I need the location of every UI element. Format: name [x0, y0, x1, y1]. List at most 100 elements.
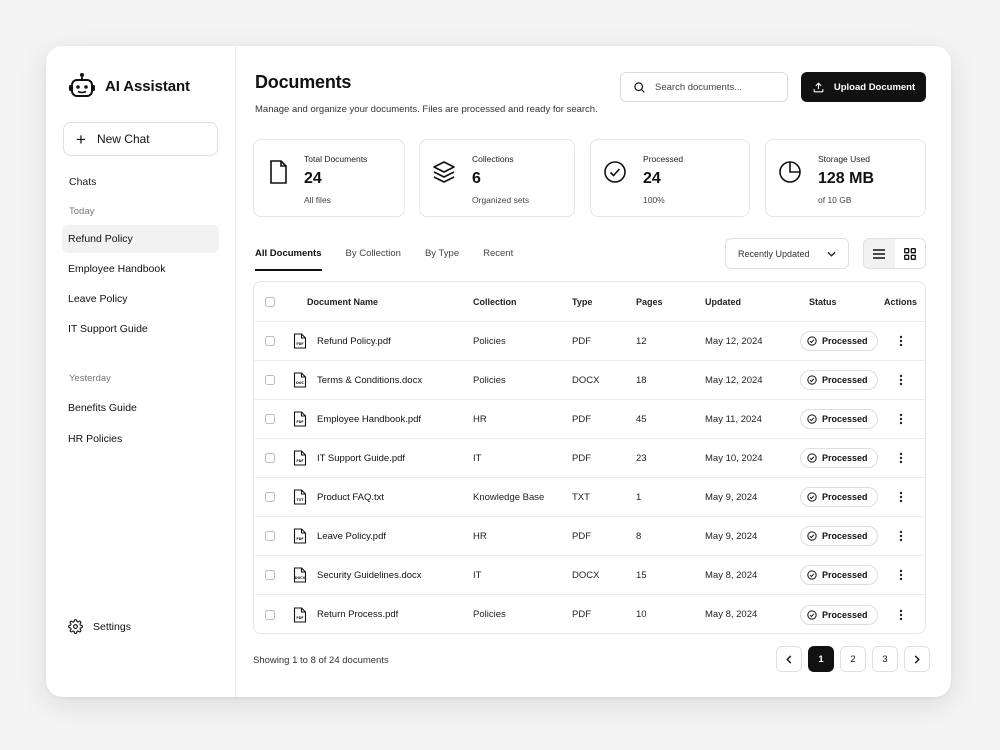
stat-card-storage: Storage Used 128 MB of 10 GB	[765, 139, 926, 217]
table-row[interactable]: DOC Terms & Conditions.docx Policies DOCX 18…	[254, 361, 925, 400]
more-options-icon[interactable]	[899, 569, 903, 581]
sidebar-item-it-support-guide[interactable]: IT Support Guide	[62, 315, 219, 343]
upload-document-button[interactable]: Upload Document	[801, 72, 926, 102]
row-checkbox[interactable]	[265, 336, 275, 346]
sidebar-item-benefits-guide[interactable]: Benefits Guide	[62, 394, 219, 422]
row-checkbox[interactable]	[265, 570, 275, 580]
cell-document-name[interactable]: PDF Employee Handbook.pdf	[293, 400, 421, 438]
more-options-icon[interactable]	[899, 530, 903, 542]
col-collection[interactable]: Collection	[473, 282, 517, 321]
status-badge: Processed	[800, 487, 878, 507]
row-checkbox[interactable]	[265, 414, 275, 424]
cell-collection: IT	[473, 452, 482, 464]
more-options-icon[interactable]	[899, 374, 903, 386]
prev-page-button[interactable]	[776, 646, 802, 672]
tab-recent[interactable]: Recent	[483, 241, 513, 271]
table-row[interactable]: PDF Employee Handbook.pdf HR PDF 45 May 11, 2…	[254, 400, 925, 439]
page-2-button[interactable]: 2	[840, 646, 866, 672]
row-checkbox[interactable]	[265, 453, 275, 463]
tab-by-collection[interactable]: By Collection	[346, 241, 401, 271]
sidebar-item-employee-handbook[interactable]: Employee Handbook	[62, 255, 219, 283]
table-row[interactable]: PDF Leave Policy.pdf HR PDF 8 May 9, 2024 Proc…	[254, 517, 925, 556]
more-options-icon[interactable]	[899, 452, 903, 464]
table-row[interactable]: TXT Product FAQ.txt Knowledge Base TXT 1 May …	[254, 478, 925, 517]
document-name: Terms & Conditions.docx	[317, 374, 423, 386]
cell-document-name[interactable]: TXT Product FAQ.txt	[293, 478, 384, 516]
sidebar-item-refund-policy[interactable]: Refund Policy	[62, 225, 219, 253]
row-checkbox[interactable]	[265, 492, 275, 502]
document-name: Security Guidelines.docx	[317, 569, 422, 581]
more-options-icon[interactable]	[899, 413, 903, 425]
page-subtitle: Manage and organize your documents. File…	[255, 104, 598, 115]
new-chat-button[interactable]: + New Chat	[63, 122, 218, 156]
table-row[interactable]: PDF Refund Policy.pdf Policies PDF 12 May 12,…	[254, 322, 925, 361]
page-3-button[interactable]: 3	[872, 646, 898, 672]
table-row[interactable]: PDF Return Process.pdf Policies PDF 10 May 8,…	[254, 595, 925, 633]
upload-icon	[813, 81, 824, 92]
cell-pages: 8	[636, 530, 642, 542]
cell-document-name[interactable]: PDF Refund Policy.pdf	[293, 322, 391, 360]
gear-icon	[68, 619, 83, 634]
view-toggle	[863, 238, 926, 269]
cell-type: PDF	[572, 530, 591, 542]
next-page-button[interactable]	[904, 646, 930, 672]
col-document-name[interactable]: Document Name	[307, 282, 378, 321]
stat-label: Storage Used	[818, 154, 870, 164]
cell-document-name[interactable]: PDF Return Process.pdf	[293, 595, 398, 633]
file-type-label: PDF	[296, 615, 303, 619]
row-checkbox[interactable]	[265, 375, 275, 385]
more-options-icon[interactable]	[899, 609, 903, 621]
more-options-icon[interactable]	[899, 335, 903, 347]
col-pages[interactable]: Pages	[636, 282, 663, 321]
list-view-button[interactable]	[864, 239, 895, 268]
cell-type: PDF	[572, 335, 591, 347]
check-circle-icon	[807, 375, 817, 385]
documents-table: Document Name Collection Type Pages Upda…	[253, 281, 926, 634]
check-circle-icon	[807, 531, 817, 541]
document-file-icon: PDF	[293, 411, 307, 427]
cell-type: TXT	[572, 491, 590, 503]
list-icon	[873, 248, 886, 259]
cell-document-name[interactable]: PDF Leave Policy.pdf	[293, 517, 386, 555]
file-type-label: DOCX	[295, 576, 306, 580]
tab-all-documents[interactable]: All Documents	[255, 241, 322, 271]
cell-collection: Policies	[473, 374, 506, 386]
check-circle-icon	[807, 570, 817, 580]
row-checkbox[interactable]	[265, 609, 275, 620]
col-type[interactable]: Type	[572, 282, 592, 321]
col-updated[interactable]: Updated	[705, 282, 741, 321]
page-1-button[interactable]: 1	[808, 646, 834, 672]
cell-document-name[interactable]: DOC Terms & Conditions.docx	[293, 361, 422, 399]
cell-updated: May 11, 2024	[705, 413, 762, 425]
cell-pages: 12	[636, 335, 647, 347]
document-name: Refund Policy.pdf	[317, 335, 391, 347]
row-checkbox[interactable]	[265, 531, 275, 541]
stat-card-collections: Collections 6 Organized sets	[419, 139, 575, 217]
sidebar-item-hr-policies[interactable]: HR Policies	[62, 425, 219, 453]
more-options-icon[interactable]	[899, 491, 903, 503]
cell-document-name[interactable]: PDF IT Support Guide.pdf	[293, 439, 405, 477]
tab-by-type[interactable]: By Type	[425, 241, 459, 271]
table-header: Document Name Collection Type Pages Upda…	[254, 282, 925, 322]
search-input[interactable]	[655, 81, 775, 93]
col-status[interactable]: Status	[809, 282, 837, 321]
table-row[interactable]: PDF IT Support Guide.pdf IT PDF 23 May 10, 20…	[254, 439, 925, 478]
status-badge: Processed	[800, 409, 878, 429]
grid-view-button[interactable]	[895, 239, 926, 268]
stat-value: 24	[643, 170, 661, 187]
sort-dropdown[interactable]: Recently Updated	[725, 238, 849, 269]
sidebar-item-leave-policy[interactable]: Leave Policy	[62, 285, 219, 313]
status-text: Processed	[822, 531, 868, 541]
search-box[interactable]	[620, 72, 788, 102]
status-badge: Processed	[800, 565, 878, 585]
cell-document-name[interactable]: DOCX Security Guidelines.docx	[293, 556, 422, 594]
grid-icon	[903, 247, 916, 260]
file-type-label: PDF	[296, 459, 303, 463]
table-row[interactable]: DOCX Security Guidelines.docx IT DOCX 15 May …	[254, 556, 925, 595]
document-name: Product FAQ.txt	[317, 491, 385, 503]
settings-button[interactable]: Settings	[68, 619, 131, 634]
document-name: Employee Handbook.pdf	[317, 413, 422, 425]
stat-label: Total Documents	[304, 154, 368, 164]
select-all-checkbox[interactable]	[265, 296, 275, 307]
status-text: Processed	[822, 336, 868, 346]
